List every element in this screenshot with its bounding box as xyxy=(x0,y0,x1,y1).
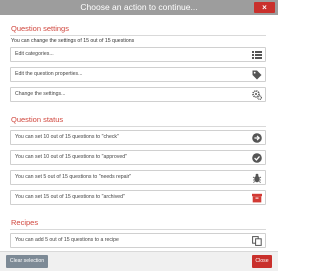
row-label: Change the settings... xyxy=(15,91,66,97)
section-divider xyxy=(10,35,266,36)
set-status-approved-button[interactable]: You can set 10 out of 15 questions to "a… xyxy=(10,150,266,165)
settings-hint: You can change the settings of 15 out of… xyxy=(11,38,135,44)
close-button[interactable]: Close xyxy=(252,255,272,268)
check-circle-icon xyxy=(252,153,262,163)
list-icon xyxy=(252,51,262,59)
clear-selection-button[interactable]: Clear selection xyxy=(6,255,48,268)
gears-icon xyxy=(252,90,262,100)
close-icon[interactable]: × xyxy=(254,2,275,13)
set-status-check-button[interactable]: You can set 10 out of 15 questions to "c… xyxy=(10,130,266,145)
row-label: You can set 5 out of 15 questions to "ne… xyxy=(15,174,132,180)
set-status-needs-repair-button[interactable]: You can set 5 out of 15 questions to "ne… xyxy=(10,170,266,185)
section-divider xyxy=(10,229,266,230)
row-label: You can set 10 out of 15 questions to "a… xyxy=(15,154,127,160)
edit-categories-button[interactable]: Edit categories... xyxy=(10,47,266,62)
row-label: You can set 15 out of 15 questions to "a… xyxy=(15,194,125,200)
row-label: Edit categories... xyxy=(15,51,54,57)
section-divider xyxy=(10,126,266,127)
arrow-circle-icon xyxy=(252,133,262,143)
row-label: Edit the question properties... xyxy=(15,71,83,77)
dialog-titlebar: Choose an action to continue... × xyxy=(0,0,278,15)
dialog-footer: Clear selection Close xyxy=(0,251,278,271)
change-settings-button[interactable]: Change the settings... xyxy=(10,87,266,102)
row-label: You can set 10 out of 15 questions to "c… xyxy=(15,134,119,140)
section-title-recipes: Recipes xyxy=(11,218,39,227)
set-status-archived-button[interactable]: You can set 15 out of 15 questions to "a… xyxy=(10,190,266,205)
bug-icon xyxy=(252,173,262,183)
section-title-settings: Question settings xyxy=(11,24,69,33)
action-dialog: Choose an action to continue... × Questi… xyxy=(0,0,278,271)
tag-icon xyxy=(252,70,262,80)
archive-icon xyxy=(252,193,262,203)
copy-icon xyxy=(252,236,262,246)
row-label: You can add 5 out of 15 questions to a r… xyxy=(15,237,119,243)
dialog-content: Question settings You can change the set… xyxy=(0,15,278,251)
add-to-recipe-button[interactable]: You can add 5 out of 15 questions to a r… xyxy=(10,233,266,248)
dialog-title: Choose an action to continue... xyxy=(80,2,198,12)
section-title-status: Question status xyxy=(11,115,64,124)
edit-properties-button[interactable]: Edit the question properties... xyxy=(10,67,266,82)
